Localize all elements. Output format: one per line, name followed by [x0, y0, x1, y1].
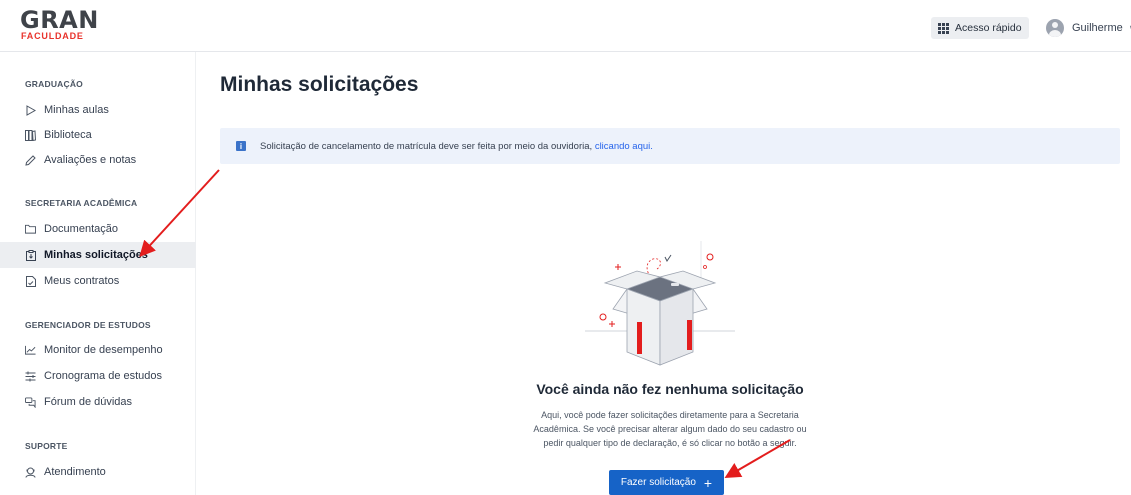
section-title-graduacao: GRADUAÇÃO [25, 79, 83, 89]
sidebar-item-biblioteca[interactable]: Biblioteca [0, 122, 196, 148]
sidebar-item-label: Avaliações e notas [44, 154, 137, 166]
chart-line-icon [25, 345, 36, 356]
empty-desc-line-1: Aqui, você pode fazer solicitações diret… [541, 410, 799, 420]
sidebar-item-atendimento[interactable]: Atendimento [0, 459, 196, 485]
sidebar-item-documentacao[interactable]: Documentação [0, 216, 196, 242]
logo-wordmark: GRAN [20, 6, 99, 34]
empty-box-illustration [585, 235, 735, 370]
page-title: Minhas solicitações [220, 73, 419, 96]
user-menu[interactable]: Guilherme ∨ [1046, 16, 1131, 40]
section-title-gerenciador: GERENCIADOR DE ESTUDOS [25, 320, 151, 330]
sidebar-item-label: Biblioteca [44, 129, 92, 141]
sidebar-item-label: Minhas solicitações [44, 249, 148, 261]
gran-logo[interactable]: GRAN FACULDADE [20, 6, 100, 45]
section-title-secretaria: SECRETARIA ACADÊMICA [25, 198, 138, 208]
empty-desc-line-2: Acadêmica. Se você precisar alterar algu… [533, 424, 807, 434]
info-icon: i [236, 141, 246, 151]
sidebar-item-avaliacoes[interactable]: Avaliações e notas [0, 147, 196, 173]
sidebar-item-label: Atendimento [44, 466, 106, 478]
info-text: Solicitação de cancelamento de matrícula… [260, 141, 653, 152]
sidebar-item-meus-contratos[interactable]: Meus contratos [0, 268, 196, 294]
sidebar-item-label: Monitor de desempenho [44, 344, 163, 356]
sidebar-item-label: Minhas aulas [44, 104, 109, 116]
plus-icon: + [703, 474, 713, 491]
quick-access-button[interactable]: Acesso rápido [931, 17, 1029, 39]
headset-icon [25, 467, 36, 478]
apps-grid-icon [938, 22, 949, 34]
sidebar: GRADUAÇÃO Minhas aulas Biblioteca Avalia… [0, 52, 196, 495]
sidebar-item-cronograma[interactable]: Cronograma de estudos [0, 363, 196, 389]
sidebar-item-forum[interactable]: Fórum de dúvidas [0, 389, 196, 415]
info-message: Solicitação de cancelamento de matrícula… [260, 140, 593, 152]
sidebar-item-label: Meus contratos [44, 275, 120, 287]
library-icon [25, 129, 36, 141]
empty-desc-line-3: pedir qualquer tipo de declaração, é só … [543, 438, 797, 448]
top-header: GRAN FACULDADE Acesso rápido Guilherme ∨ [0, 0, 1131, 52]
empty-state-title: Você ainda não fez nenhuma solicitação [536, 381, 804, 397]
pencil-icon [25, 154, 36, 166]
quick-access-label: Acesso rápido [955, 22, 1022, 34]
make-request-label: Fazer solicitação [620, 477, 696, 488]
sidebar-item-label: Documentação [44, 223, 118, 235]
sidebar-item-label: Fórum de dúvidas [44, 396, 133, 408]
empty-state-description: Aqui, você pode fazer solicitações diret… [510, 408, 830, 450]
info-banner: i Solicitação de cancelamento de matrícu… [220, 128, 1120, 164]
clipboard-icon [25, 249, 36, 261]
avatar [1046, 19, 1064, 37]
section-title-suporte: SUPORTE [25, 441, 68, 451]
folder-icon [25, 224, 36, 235]
ombudsman-link[interactable]: clicando aqui. [595, 141, 653, 152]
schedule-icon [25, 371, 36, 382]
sidebar-item-minhas-aulas[interactable]: Minhas aulas [0, 97, 196, 123]
make-request-button[interactable]: Fazer solicitação + [609, 470, 724, 495]
sidebar-item-minhas-solicitacoes[interactable]: Minhas solicitações [0, 242, 196, 268]
user-name: Guilherme [1072, 22, 1123, 34]
play-outline-icon [25, 104, 36, 116]
sidebar-item-label: Cronograma de estudos [44, 370, 163, 382]
chat-icon [25, 396, 36, 408]
document-icon [25, 275, 36, 287]
sidebar-item-monitor[interactable]: Monitor de desempenho [0, 337, 196, 363]
